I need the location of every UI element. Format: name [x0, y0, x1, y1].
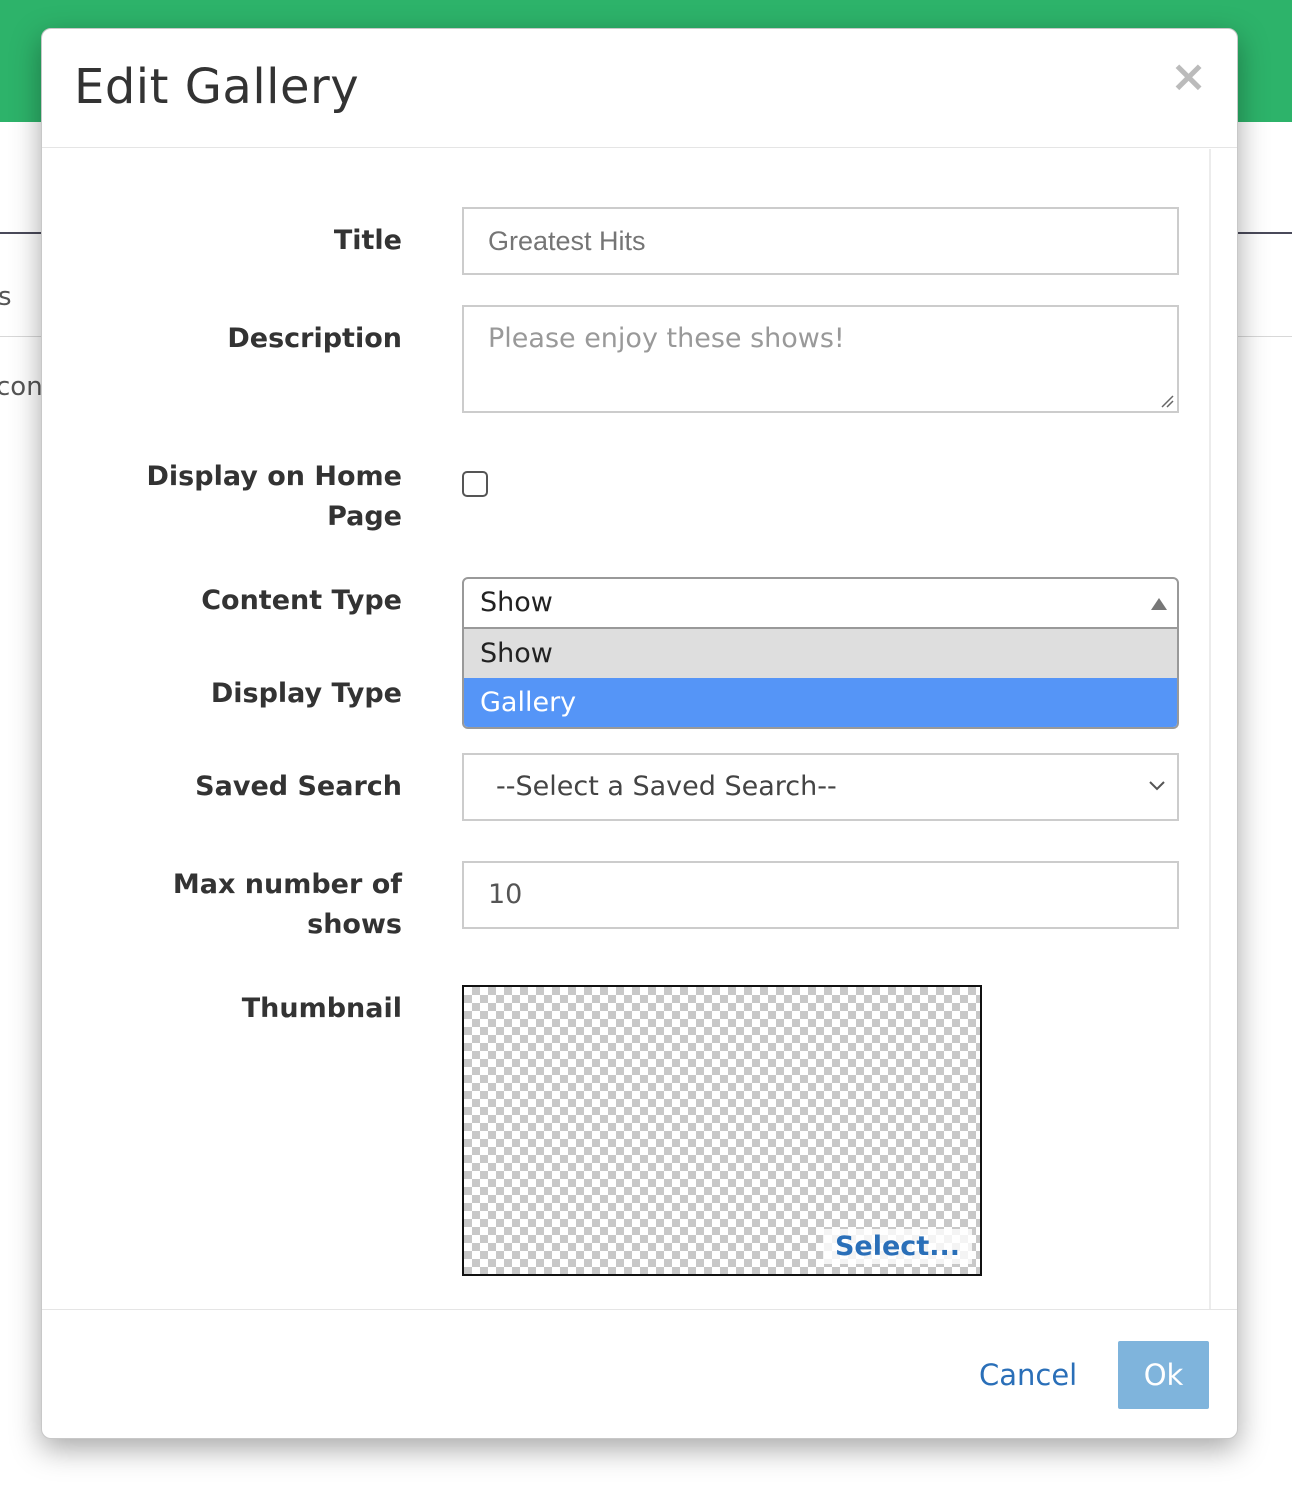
modal-footer: Cancel Ok [42, 1309, 1237, 1438]
max-shows-value: 10 [488, 879, 523, 910]
triangle-up-icon [1151, 598, 1167, 610]
max-shows-label-line1: Max number of [172, 869, 402, 900]
background-text: s [0, 282, 12, 312]
max-shows-label-line2: shows [307, 909, 402, 940]
ok-button[interactable]: Ok [1118, 1341, 1209, 1409]
display-on-home-label: Display on Home Page [82, 457, 402, 537]
saved-search-label: Saved Search [195, 771, 402, 802]
close-icon[interactable]: × [1170, 55, 1207, 99]
description-placeholder: Please enjoy these shows! [488, 323, 845, 354]
content-type-value: Show [480, 587, 553, 618]
display-on-home-checkbox[interactable] [462, 471, 488, 497]
cancel-button[interactable]: Cancel [979, 1358, 1077, 1392]
modal-title: Edit Gallery [74, 59, 360, 115]
max-shows-input[interactable]: 10 [462, 861, 1179, 929]
chevron-down-icon [1149, 781, 1165, 791]
display-on-home-label-line2: Page [327, 501, 402, 532]
scrollbar-track[interactable] [1209, 149, 1211, 1309]
description-textarea[interactable]: Please enjoy these shows! [462, 305, 1179, 413]
title-input[interactable] [462, 207, 1179, 275]
title-label: Title [333, 225, 402, 256]
max-shows-label: Max number of shows [82, 865, 402, 945]
saved-search-value: --Select a Saved Search-- [496, 771, 837, 802]
content-type-select[interactable]: Show [462, 577, 1179, 629]
dropdown-option-show[interactable]: Show [464, 629, 1177, 678]
display-type-label: Display Type [210, 678, 402, 709]
dropdown-option-gallery[interactable]: Gallery [464, 678, 1177, 727]
modal-body: Title Description Please enjoy these sho… [42, 149, 1237, 1309]
edit-gallery-dialog: Edit Gallery × Title Description Please … [41, 28, 1238, 1439]
description-label: Description [227, 323, 402, 354]
thumbnail-preview: Select... [462, 985, 982, 1276]
thumbnail-label: Thumbnail [241, 993, 402, 1024]
modal-header: Edit Gallery × [42, 29, 1237, 148]
saved-search-select[interactable]: --Select a Saved Search-- [462, 753, 1179, 821]
thumbnail-select-link[interactable]: Select... [822, 1229, 972, 1264]
content-type-dropdown: Show Gallery [462, 629, 1179, 729]
resize-handle-icon[interactable] [1160, 394, 1174, 408]
display-on-home-label-line1: Display on Home [146, 461, 402, 492]
content-type-label: Content Type [201, 585, 402, 616]
